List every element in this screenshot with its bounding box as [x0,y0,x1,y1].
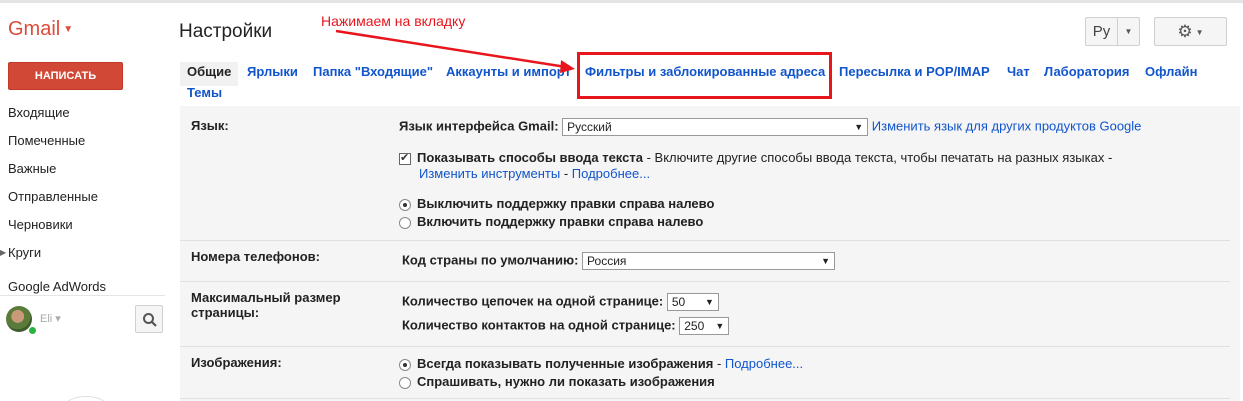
settings-panel: Язык: Язык интерфейса Gmail: Русский ▼ Из… [180,106,1240,401]
input-language-label: Ру [1086,18,1118,45]
tab-labs[interactable]: Лаборатория [1044,62,1129,86]
tab-labels[interactable]: Ярлыки [247,62,298,86]
row-divider [180,346,1230,347]
dropdown-arrow-icon: ▼ [854,122,864,132]
tab-inbox[interactable]: Папка "Входящие" [313,62,433,86]
country-code-select[interactable]: Россия ▼ [582,252,836,270]
chevron-down-icon: ▼ [63,24,74,36]
tab-accounts[interactable]: Аккаунты и импорт [446,62,571,86]
gmail-logo[interactable]: Gmail ▼ [8,18,73,41]
input-tools-row: Показывать способы ввода текста - Включи… [399,150,1112,165]
sidebar-item-sent[interactable]: Отправленные [0,188,165,216]
page-title: Настройки [179,21,273,42]
page-size-label-line2: страницы: [191,305,260,320]
more-info-link[interactable]: Подробнее... [572,166,650,181]
rtl-on-radio[interactable] [399,216,411,229]
images-ask-radio[interactable] [399,376,411,389]
sidebar-nav: Входящие Помеченные Важные Отправленные … [0,104,165,272]
contacts-per-page-value: 250 [684,319,705,333]
tab-forwarding[interactable]: Пересылка и POP/IMAP [839,62,990,86]
chat-user-name-text: Eli [40,313,53,325]
link-separator: - [560,166,572,181]
page-size-section-label: Максимальный размер страницы: [191,290,341,320]
input-tools-label: Показывать способы ввода текста [417,150,643,165]
rtl-on-option[interactable]: Включить поддержку правки справа налево [399,214,703,229]
highlight-box [577,52,832,99]
rtl-off-radio[interactable] [399,198,411,211]
interface-language-value: Русский [567,120,612,134]
images-more-link[interactable]: Подробнее... [725,356,803,371]
top-bar: Gmail ▼ Настройки Нажимаем на вкладку Ру … [0,0,1243,55]
dropdown-arrow-icon: ▼ [704,297,714,307]
tab-chat[interactable]: Чат [1007,62,1030,86]
country-code-value: Россия [587,254,627,268]
rtl-off-option[interactable]: Выключить поддержку правки справа налево [399,196,714,211]
sidebar-item-inbox[interactable]: Входящие [0,104,165,132]
dropdown-arrow-icon: ▼ [715,321,725,331]
gear-icon: ⚙ [1177,22,1193,41]
online-status-icon [28,326,37,335]
link-separator: - [713,356,725,371]
sidebar-divider [0,295,165,296]
gmail-logo-text: Gmail [8,18,61,40]
dropdown-arrow-icon: ▼ [821,256,831,266]
sidebar-item-drafts[interactable]: Черновики [0,216,165,244]
chevron-down-icon: ▼ [1195,28,1204,38]
row-divider [180,240,1230,241]
row-divider [180,398,1230,399]
sidebar-item-circles[interactable]: Круги [0,244,165,272]
interface-language-label: Язык интерфейса Gmail: [399,118,559,134]
rtl-off-label: Выключить поддержку правки справа налево [417,196,715,211]
input-tools-checkbox[interactable] [399,151,411,165]
images-always-label: Всегда показывать полученные изображения [417,356,714,371]
threads-per-page-select[interactable]: 50 ▼ [666,293,719,311]
hangouts-button[interactable] [65,396,107,401]
compose-button[interactable]: НАПИСАТЬ [8,62,123,90]
sidebar-item-adwords[interactable]: Google AdWords [8,279,106,294]
country-code-row: Код страны по умолчанию: Россия ▼ [402,252,836,270]
threads-per-page-value: 50 [671,295,686,309]
expand-arrow-icon[interactable]: ▶ [0,248,6,257]
images-section-label: Изображения: [191,355,282,370]
images-always-option[interactable]: Всегда показывать полученные изображения… [399,356,803,371]
page-size-label-line1: Максимальный размер [191,290,341,305]
contacts-per-page-row: Количество контактов на одной странице: … [402,317,730,335]
interface-language-row: Язык интерфейса Gmail: Русский ▼ Изменить… [399,118,1141,136]
images-ask-label: Спрашивать, нужно ли показать изображени… [417,374,715,389]
threads-per-page-row: Количество цепочек на одной странице: 50… [402,293,719,311]
change-language-link[interactable]: Изменить язык для других продуктов Googl… [872,118,1142,133]
phone-section-label: Номера телефонов: [191,249,320,264]
sidebar-item-important[interactable]: Важные [0,160,165,188]
contacts-per-page-select[interactable]: 250 ▼ [679,317,730,335]
chat-user-name[interactable]: Eli ▾ [40,312,61,325]
row-divider [180,281,1230,282]
language-section-label: Язык: [191,118,229,133]
images-always-radio[interactable] [399,358,411,371]
images-ask-option[interactable]: Спрашивать, нужно ли показать изображени… [399,374,715,389]
rtl-on-label: Включить поддержку правки справа налево [417,214,704,229]
chat-search-button[interactable] [135,305,163,333]
input-tools-links: Изменить инструменты - Подробнее... [419,166,650,181]
search-icon [143,313,157,327]
tab-themes[interactable]: Темы [187,83,222,107]
annotation-text: Нажимаем на вкладку [321,13,466,29]
chevron-down-icon[interactable]: ▼ [1118,18,1139,45]
sidebar-item-starred[interactable]: Помеченные [0,132,165,160]
input-tools-description: - Включите другие способы ввода текста, … [642,150,1113,165]
input-language-button[interactable]: Ру ▼ [1085,17,1140,46]
country-code-label: Код страны по умолчанию: [402,252,579,268]
interface-language-select[interactable]: Русский ▼ [562,118,869,136]
settings-gear-button[interactable]: ⚙ ▼ [1154,17,1227,46]
contacts-per-page-label: Количество контактов на одной странице: [402,317,676,333]
threads-per-page-label: Количество цепочек на одной странице: [402,293,664,309]
tab-offline[interactable]: Офлайн [1145,62,1198,86]
edit-tools-link[interactable]: Изменить инструменты [419,166,560,181]
